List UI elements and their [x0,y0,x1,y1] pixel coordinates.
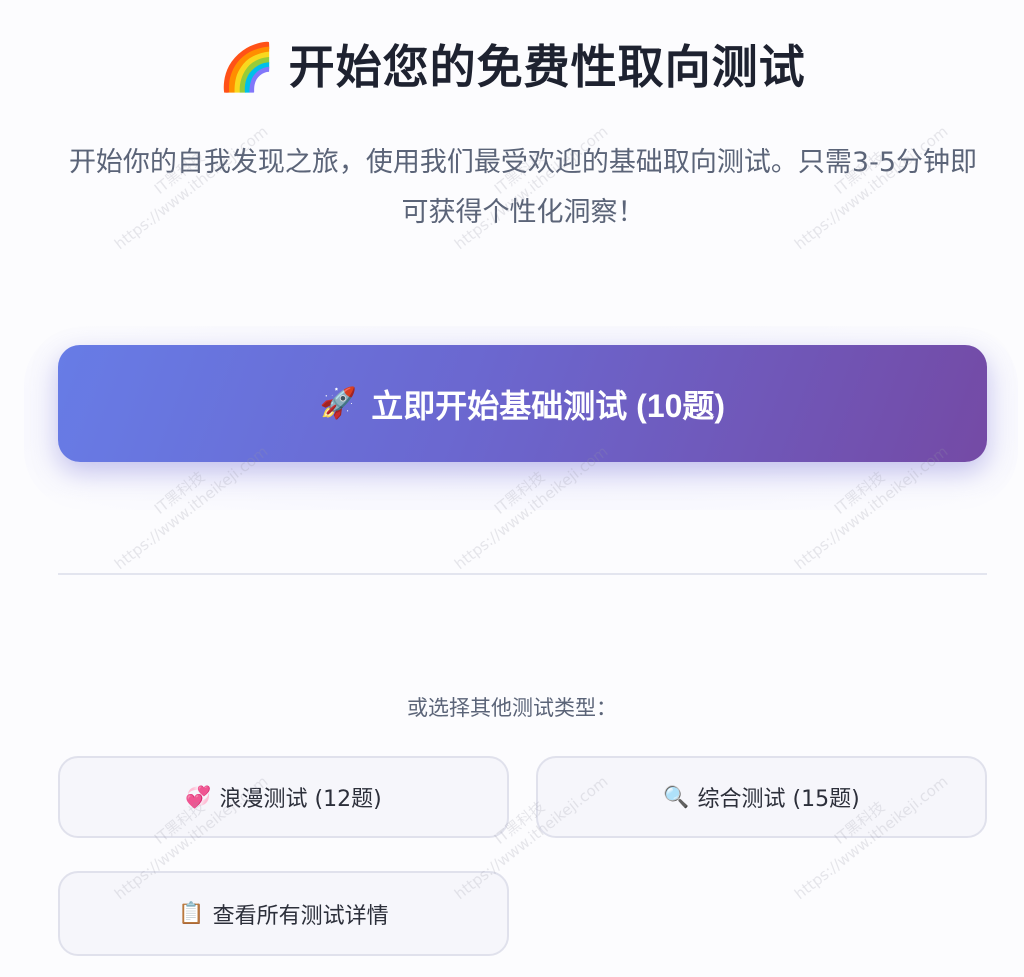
page-subtitle: 开始你的自我发现之旅，使用我们最受欢迎的基础取向测试。只需3-5分钟即可获得个性… [68,147,978,228]
page-title: 🌈 开始您的免费性取向测试 [0,34,1024,100]
view-all-tests-button[interactable]: 📋 查看所有测试详情 [58,871,509,956]
comprehensive-test-button[interactable]: 🔍 综合测试 (15题) [536,756,987,838]
two-hearts-icon: 💞 [185,784,212,809]
clipboard-icon: 📋 [178,901,205,925]
rainbow-icon: 🌈 [218,40,277,94]
rocket-icon: 🚀 [319,387,358,420]
romantic-test-label: 浪漫测试 (12题) [219,787,382,812]
section-divider [58,573,987,575]
start-basic-test-button[interactable]: 🚀 立即开始基础测试 (10题) [58,345,987,462]
romantic-test-button[interactable]: 💞 浪漫测试 (12题) [58,756,509,838]
other-tests-label: 或选择其他测试类型： [407,696,617,720]
magnifier-icon: 🔍 [663,784,690,809]
page-title-text: 开始您的免费性取向测试 [288,40,806,94]
view-all-tests-label: 查看所有测试详情 [212,903,389,929]
start-basic-test-label: 立即开始基础测试 (10题) [371,387,726,424]
comprehensive-test-label: 综合测试 (15题) [697,787,860,812]
